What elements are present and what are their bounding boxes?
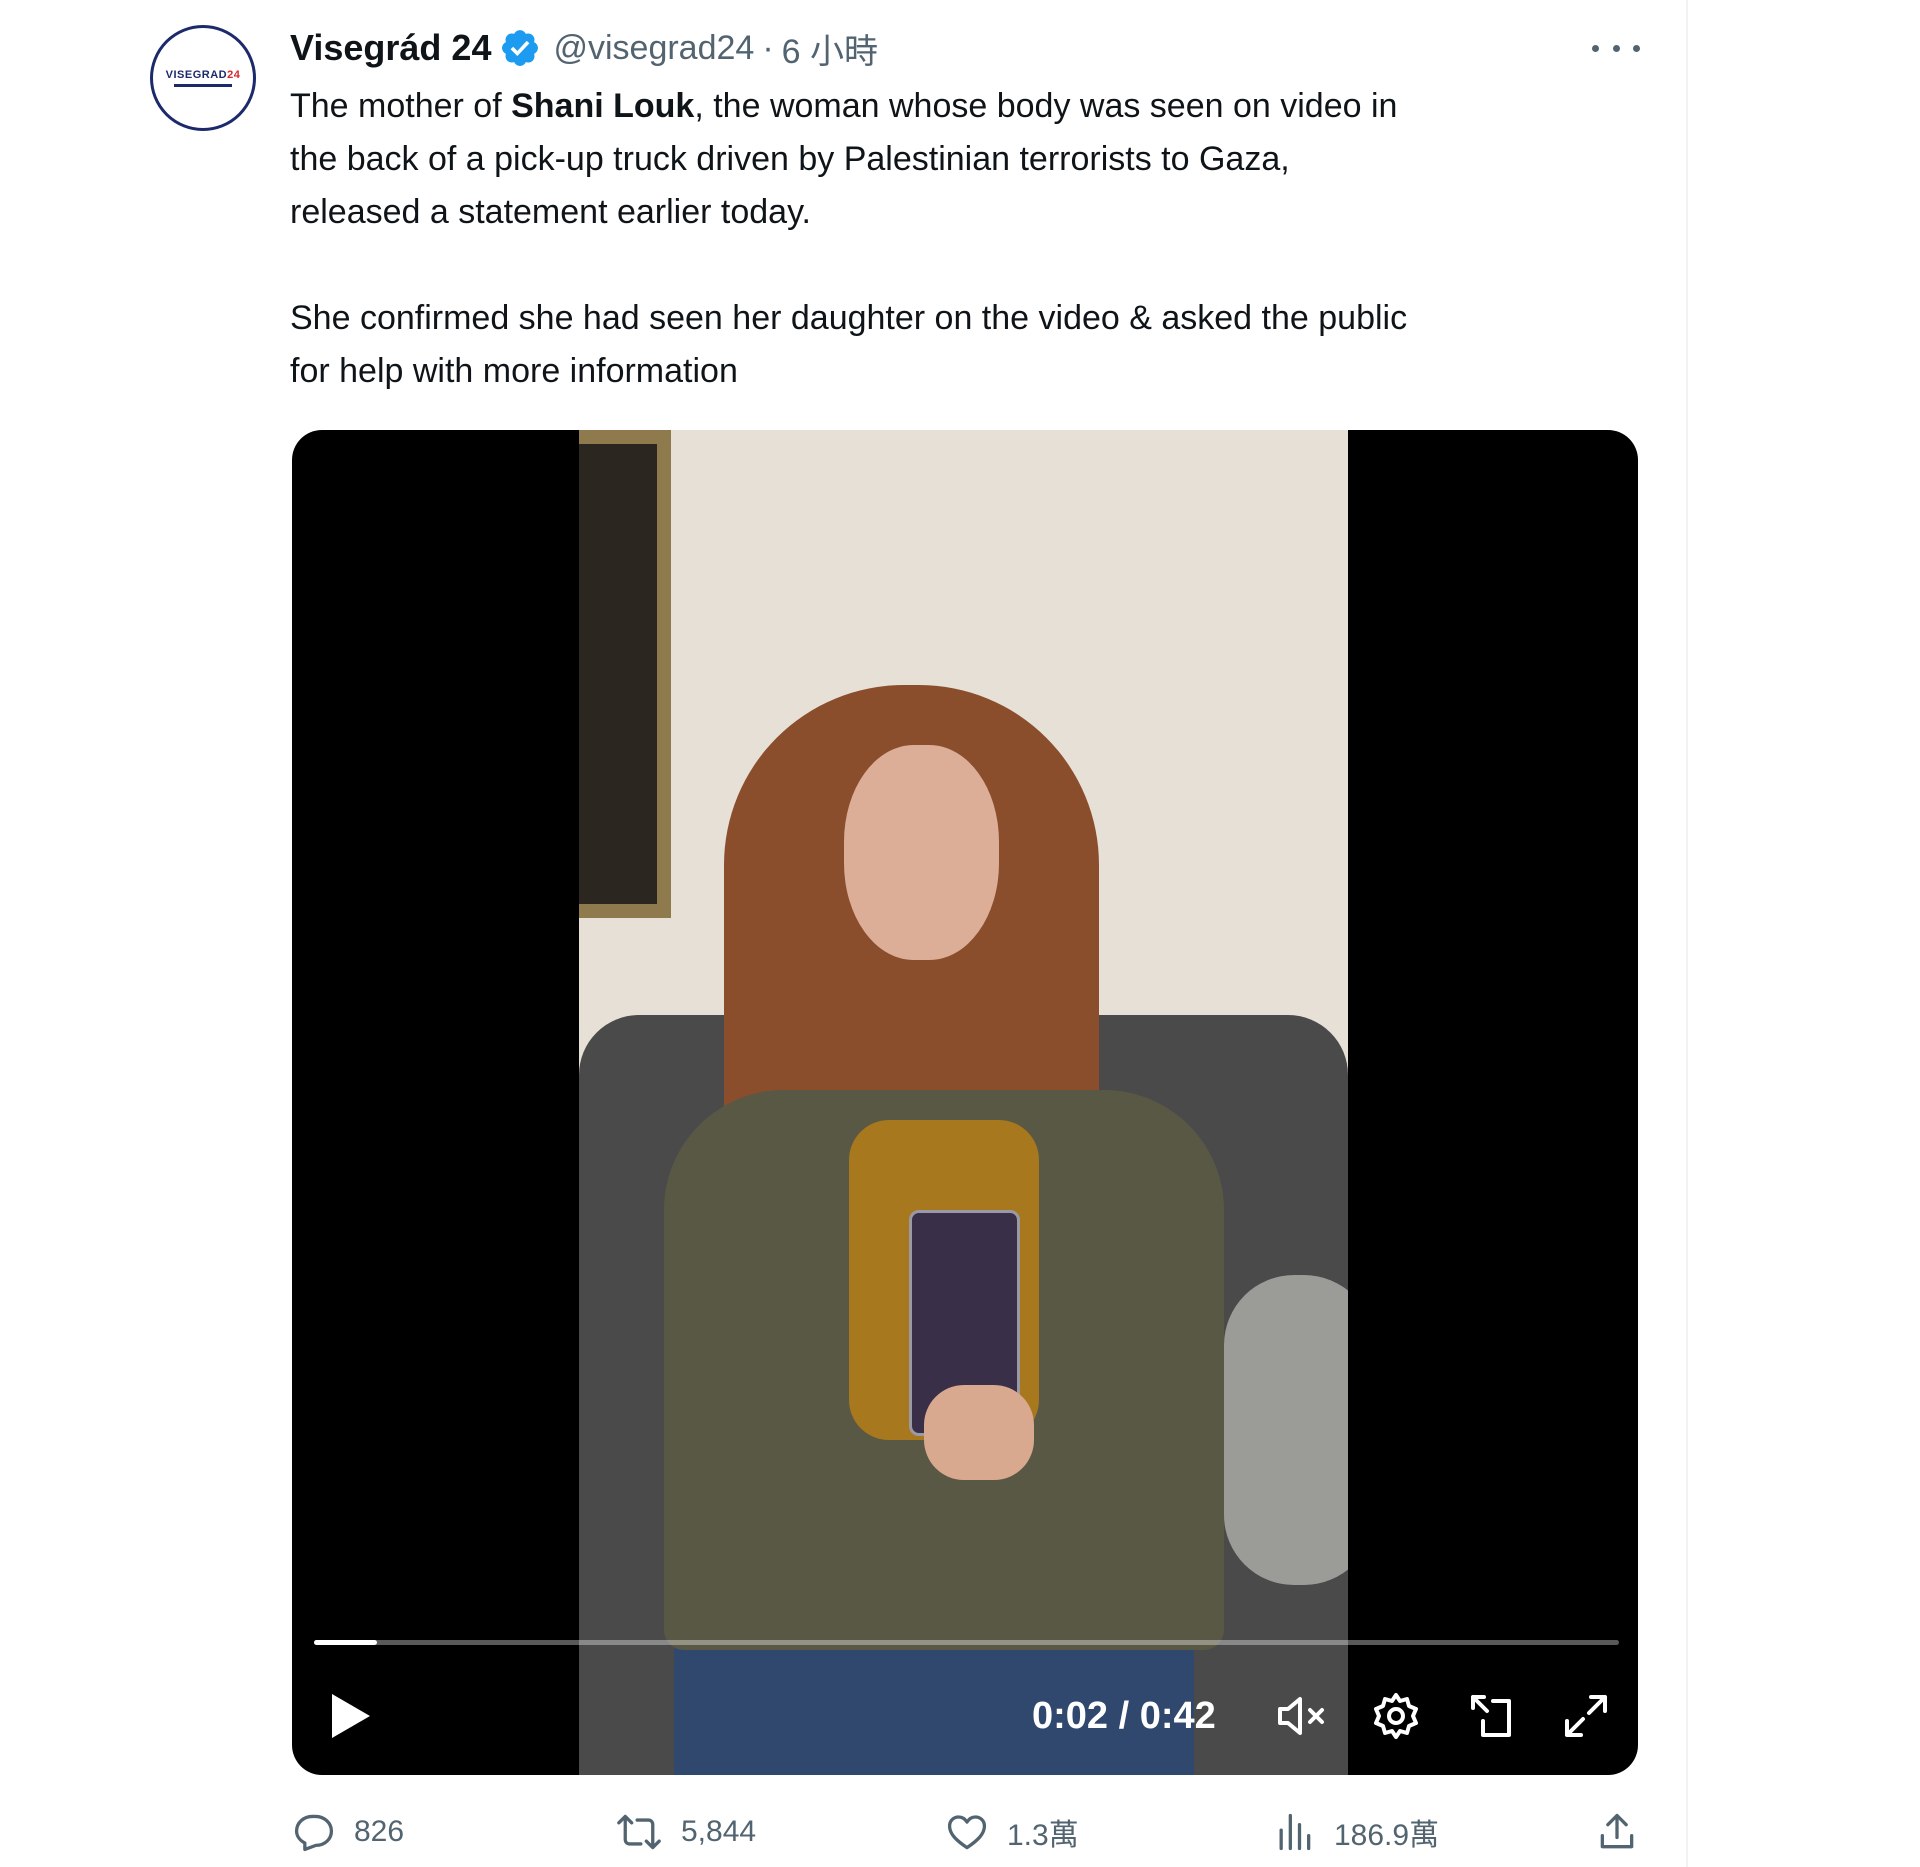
tweet-line: for help with more information — [290, 352, 738, 390]
highlighted-name: Shani Louk — [511, 87, 695, 125]
repost-icon — [617, 1814, 661, 1850]
picture-frame — [579, 430, 671, 918]
muted-speaker-icon — [1278, 1697, 1324, 1735]
share-button[interactable] — [1595, 1810, 1639, 1854]
pillow — [1224, 1275, 1348, 1585]
video-frame — [579, 430, 1348, 1775]
reply-icon — [294, 1814, 334, 1852]
avatar[interactable]: VISEGRAD24 — [150, 25, 256, 131]
tweet-text: The mother of Shani Louk, the woman whos… — [290, 80, 1650, 398]
hand — [924, 1385, 1034, 1480]
more-dot — [1612, 44, 1620, 52]
video-progress-bar[interactable] — [314, 1640, 1619, 1645]
post-time[interactable]: 6 小時 — [782, 24, 878, 73]
column-divider — [1686, 0, 1688, 1867]
avatar-logo-underline — [174, 84, 232, 87]
author-handle[interactable]: @visegrad24 — [553, 29, 754, 68]
share-icon — [1600, 1813, 1634, 1849]
picture-in-picture-button[interactable] — [1464, 1688, 1520, 1744]
more-dot — [1633, 44, 1640, 52]
views-count: 186.9萬 — [1334, 1819, 1440, 1852]
fullscreen-button[interactable] — [1558, 1688, 1614, 1744]
heart-icon — [947, 1815, 987, 1850]
play-button[interactable] — [324, 1688, 376, 1744]
more-options-icon[interactable] — [1592, 34, 1640, 62]
face — [844, 745, 999, 960]
video-player[interactable]: 0:02 / 0:42 — [292, 430, 1638, 1775]
like-count: 1.3萬 — [1007, 1819, 1079, 1852]
views-button[interactable]: 186.9萬 — [1272, 1810, 1439, 1854]
avatar-logo-text: VISEGRAD24 — [165, 69, 241, 81]
like-button[interactable]: 1.3萬 — [945, 1810, 1079, 1854]
verified-badge-icon[interactable] — [499, 27, 541, 69]
tweet-header: Visegrád 24 @visegrad24 · 6 小時 — [290, 24, 878, 73]
reply-button[interactable]: 826 — [292, 1810, 404, 1854]
author-name[interactable]: Visegrád 24 — [290, 27, 491, 69]
settings-button[interactable] — [1368, 1688, 1424, 1744]
play-icon — [332, 1694, 370, 1738]
video-timecode: 0:02 / 0:42 — [1032, 1694, 1216, 1737]
more-dot — [1592, 44, 1599, 52]
repost-button[interactable]: 5,844 — [615, 1810, 756, 1854]
reply-count: 826 — [354, 1815, 405, 1848]
mute-button[interactable] — [1272, 1688, 1332, 1744]
tweet-line: released a statement earlier today. — [290, 193, 811, 231]
header-separator: · — [762, 28, 774, 67]
repost-count: 5,844 — [681, 1815, 757, 1848]
video-progress-fill — [314, 1640, 377, 1645]
picture-in-picture-icon — [1471, 1695, 1511, 1737]
tweet-line: The mother of Shani Louk, the woman whos… — [290, 87, 1398, 125]
gear-icon — [1374, 1693, 1418, 1739]
views-chart-icon — [1279, 1813, 1311, 1851]
fullscreen-icon — [1565, 1695, 1607, 1737]
tweet-line: the back of a pick-up truck driven by Pa… — [290, 140, 1290, 178]
tweet-line: She confirmed she had seen her daughter … — [290, 299, 1408, 337]
